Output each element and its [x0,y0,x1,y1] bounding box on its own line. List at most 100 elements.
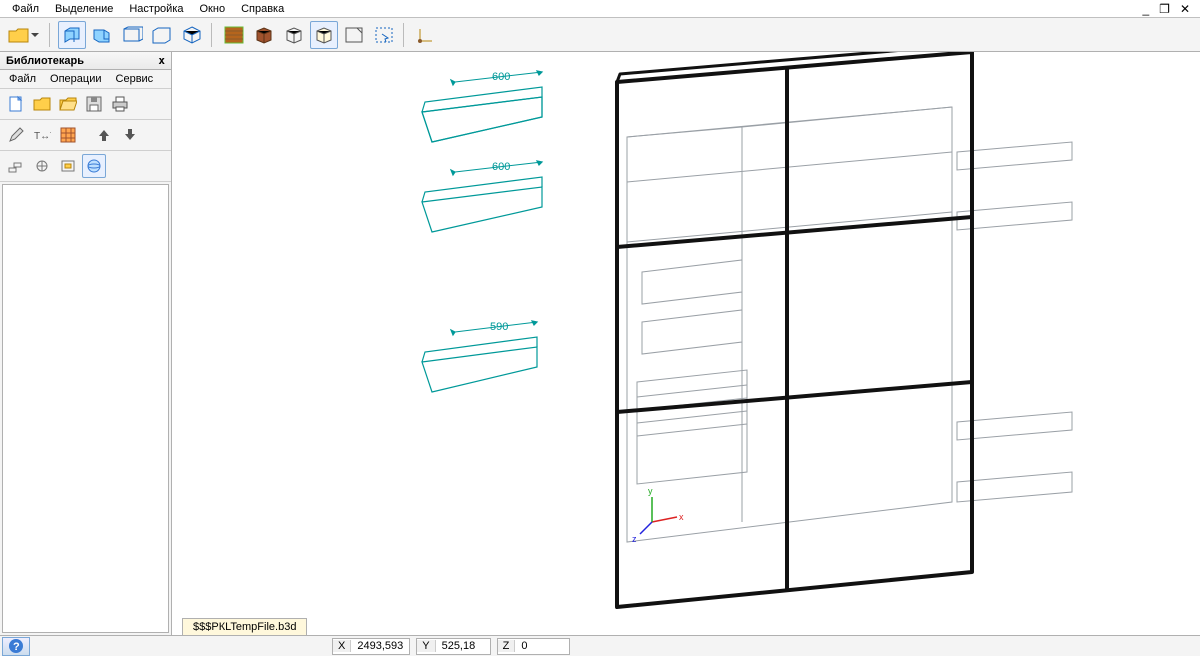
viewport[interactable]: 600 600 590 [172,52,1200,635]
window-controls: _ ❐ ✕ [1142,2,1196,16]
coord-x-label: X [333,640,351,652]
document-tabstrip: $$$PКLTempFile.b3d [182,615,307,635]
sphere-tool-icon [85,158,103,174]
text-button[interactable]: T↔T [30,123,54,147]
coord-y-value[interactable]: 525,18 [436,640,490,652]
restore-button[interactable]: ❐ [1159,2,1172,16]
main-toolbar [0,18,1200,52]
grid-icon [59,126,77,144]
svg-text:T↔T: T↔T [34,131,51,142]
workspace: Библиотекарь x Файл Операции Сервис [0,52,1200,635]
folder-open-icon [59,96,77,112]
wood-cube-icon [254,26,274,44]
librarian-panel: Библиотекарь x Файл Операции Сервис [0,52,172,635]
menu-help[interactable]: Справка [233,2,292,16]
cube-back-icon [121,25,143,45]
hidden-line-button[interactable] [310,21,338,49]
view-iso-button[interactable] [178,21,206,49]
texture-wood2-button[interactable] [250,21,278,49]
minimize-button[interactable]: _ [1142,2,1151,16]
shaded-icon [344,26,364,44]
svg-text:?: ? [13,641,20,653]
panel-title-bar[interactable]: Библиотекарь x [0,52,171,70]
menu-settings[interactable]: Настройка [121,2,191,16]
view-back-button[interactable] [118,21,146,49]
open-folder-button[interactable] [30,92,54,116]
tool-b-button[interactable] [30,154,54,178]
panel-menu-operations[interactable]: Операции [43,72,108,86]
axis-tool-button[interactable] [412,21,440,49]
close-button[interactable]: ✕ [1180,2,1192,16]
coord-x-value[interactable]: 2493,593 [351,640,409,652]
select-frame-button[interactable] [370,21,398,49]
new-doc-button[interactable] [4,92,28,116]
coord-z-value[interactable]: 0 [515,640,569,652]
svg-text:y: y [648,486,653,496]
cube-iso-icon [181,25,203,45]
cube-right-icon [91,25,113,45]
coord-z-label: Z [498,640,516,652]
folder-icon [33,96,51,112]
circle-tool-icon [33,158,51,174]
grid-button[interactable] [56,123,80,147]
pencil-icon [7,126,25,144]
move-down-button[interactable] [118,123,142,147]
view-left-button[interactable] [148,21,176,49]
coord-y-label: Y [417,640,435,652]
menu-window[interactable]: Окно [192,2,234,16]
menu-selection[interactable]: Выделение [47,2,121,16]
tool-d-button[interactable] [82,154,106,178]
axis-icon [416,25,436,45]
layer-icon [7,158,25,174]
arrow-up-icon [96,127,112,143]
model-drawing: 600 600 590 [172,52,1200,616]
toolbar-separator [403,23,407,47]
edit-button[interactable] [4,123,28,147]
print-button[interactable] [108,92,132,116]
svg-text:z: z [632,534,637,544]
document-tab[interactable]: $$$PКLTempFile.b3d [182,618,307,635]
help-icon: ? [8,638,24,654]
menubar: Файл Выделение Настройка Окно Справка _ … [0,0,1200,18]
open-button[interactable] [4,21,44,49]
tool-a-button[interactable] [4,154,28,178]
open-folder2-button[interactable] [56,92,80,116]
coord-x: X 2493,593 [332,638,410,655]
dim-shelf3: 590 [490,321,508,333]
panel-menubar: Файл Операции Сервис [0,70,171,89]
box-tool-icon [59,158,77,174]
menu-file[interactable]: Файл [4,2,47,16]
save-button[interactable] [82,92,106,116]
panel-toolbar-3 [0,151,171,182]
dim-shelf1: 600 [492,71,510,83]
coord-z: Z 0 [497,638,571,655]
panel-tree[interactable] [2,184,169,633]
tool-c-button[interactable] [56,154,80,178]
panel-menu-file[interactable]: Файл [2,72,43,86]
print-icon [111,95,129,113]
panel-menu-service[interactable]: Сервис [109,72,161,86]
panel-close-button[interactable]: x [158,54,165,67]
wireframe-icon [284,26,304,44]
move-up-button[interactable] [92,123,116,147]
toolbar-separator [211,23,215,47]
view-front-button[interactable] [58,21,86,49]
status-bar: ? X 2493,593 Y 525,18 Z 0 [0,635,1200,656]
arrow-down-icon [122,127,138,143]
save-icon [85,95,103,113]
svg-text:x: x [679,512,684,522]
folder-icon [8,26,30,44]
cube-left-icon [151,25,173,45]
shaded-button[interactable] [340,21,368,49]
help-button[interactable]: ? [2,637,30,656]
view-right-button[interactable] [88,21,116,49]
texture-wood1-button[interactable] [220,21,248,49]
select-frame-icon [374,26,394,44]
toolbar-separator [49,23,53,47]
text-icon: T↔T [33,126,51,144]
panel-toolbar-1 [0,89,171,120]
dim-shelf2: 600 [492,161,510,173]
wood-texture-icon [224,26,244,44]
wireframe-button[interactable] [280,21,308,49]
cube-front-icon [61,25,83,45]
